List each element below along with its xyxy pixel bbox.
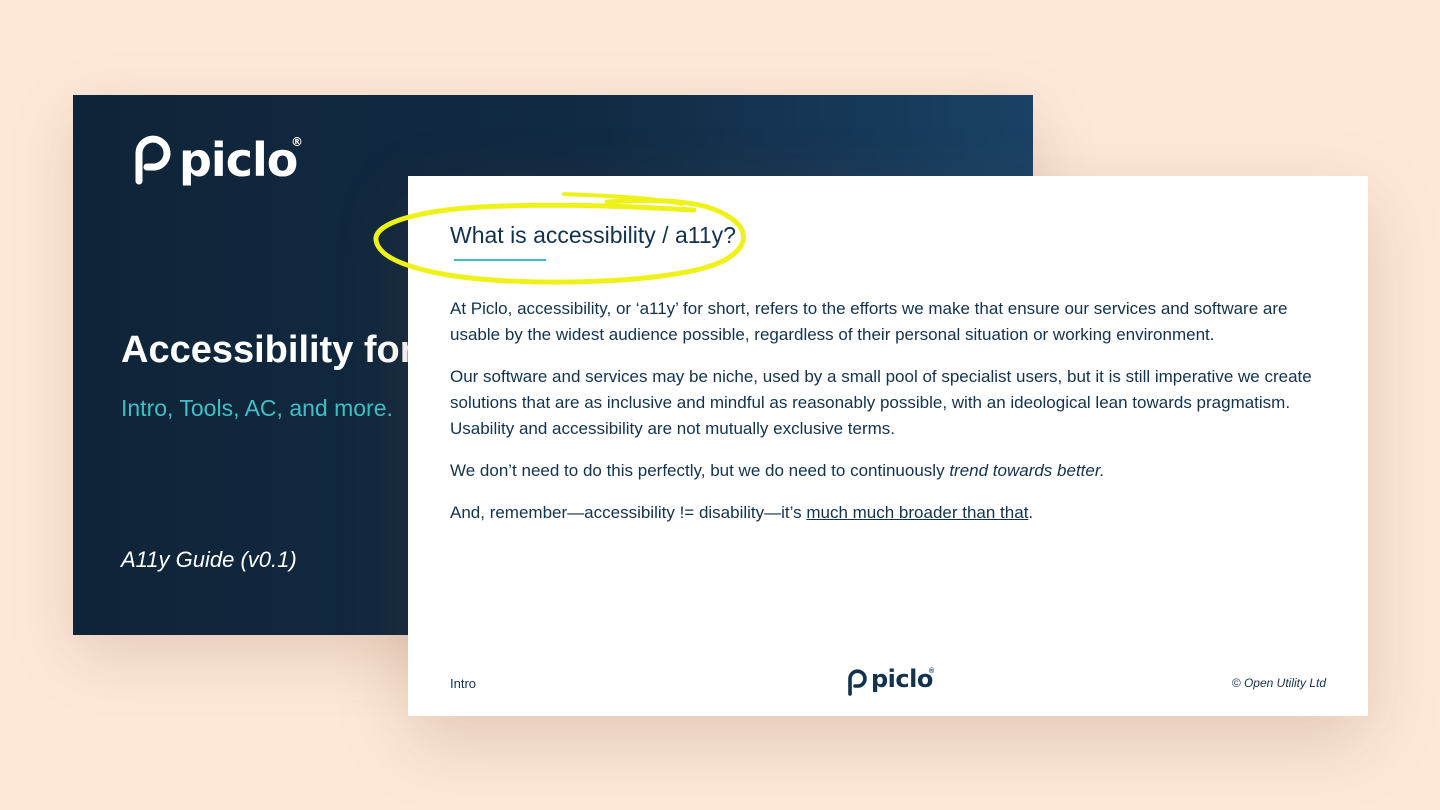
- section-heading: What is accessibility / a11y?: [450, 222, 736, 248]
- paragraph-4: And, remember—accessibility != disabilit…: [450, 500, 1330, 526]
- paragraph-2: Our software and services may be niche, …: [450, 367, 1312, 438]
- paragraph-3-emphasis: trend towards better.: [949, 461, 1105, 480]
- slide-subtitle: Intro, Tools, AC, and more.: [121, 395, 393, 421]
- broader-link[interactable]: much much broader than that: [806, 503, 1028, 522]
- paragraph-1: At Piclo, accessibility, or ‘a11y’ for s…: [450, 299, 1288, 344]
- paragraph-4-text: And, remember—accessibility != disabilit…: [450, 503, 807, 522]
- content-slide: What is accessibility / a11y? At Piclo, …: [373, 176, 1368, 716]
- heading-underline: [454, 259, 546, 261]
- footer-logo-wordmark: piclo: [871, 665, 933, 693]
- paragraph-3: We don’t need to do this perfectly, but …: [450, 458, 1330, 484]
- logo-registered-mark: ®: [291, 135, 303, 149]
- footer-section-label: Intro: [450, 676, 477, 691]
- logo-wordmark: piclo: [179, 133, 298, 187]
- footer-logo-registered-mark: ®: [929, 668, 935, 675]
- guide-version: A11y Guide (v0.1): [121, 547, 297, 572]
- paragraph-3-text: We don’t need to do this perfectly, but …: [450, 461, 950, 480]
- footer-copyright: © Open Utility Ltd: [1231, 676, 1326, 690]
- paragraph-4-end: .: [1028, 503, 1034, 522]
- slide-title: Accessibility for: [121, 329, 415, 371]
- slide-body: At Piclo, accessibility, or ‘a11y’ for s…: [450, 296, 1330, 542]
